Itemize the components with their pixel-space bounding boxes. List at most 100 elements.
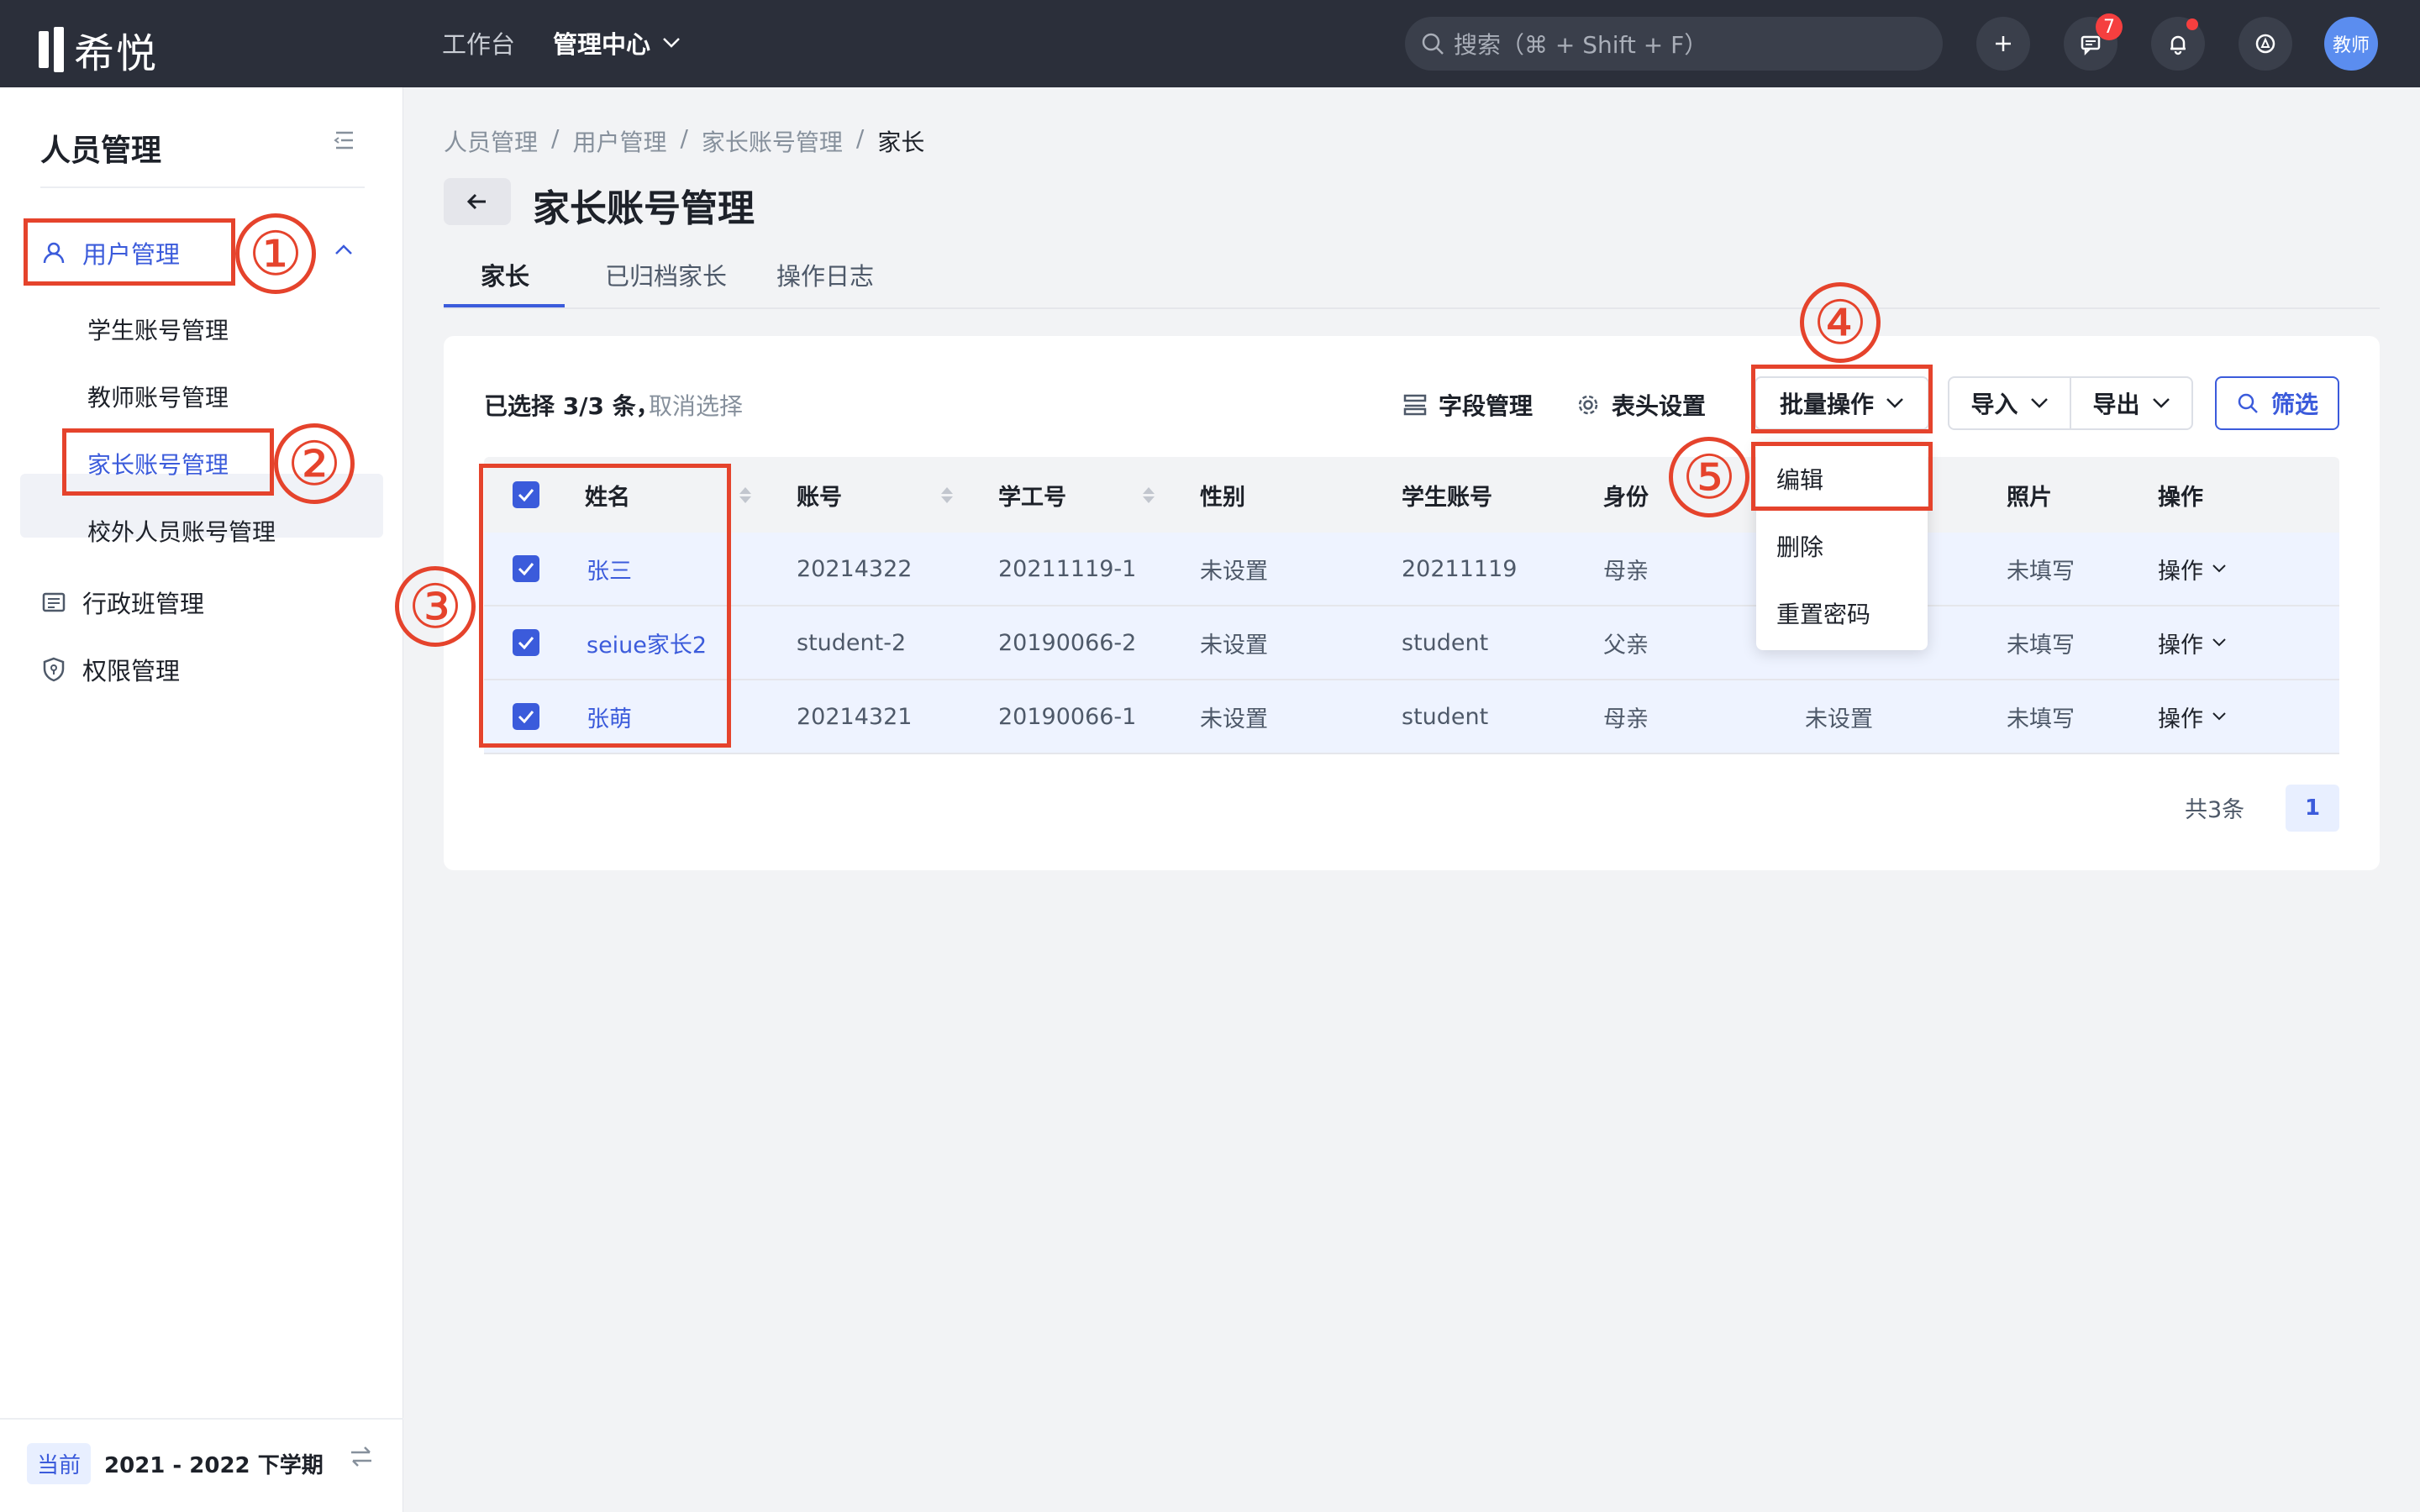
annotation-box-3 <box>479 464 731 748</box>
sidebar: 人员管理 用户管理 学生账号管理 教师账号管理 家长账号管理 校外人员账号管理 … <box>0 87 403 1512</box>
table-row[interactable]: seiue家长2 student-2 20190066-2 未设置 studen… <box>484 606 2339 680</box>
annotation-number-4: ④ <box>1800 282 1881 363</box>
column-header-photo: 照片 <box>2007 484 2052 511</box>
switch-term-icon[interactable] <box>348 1445 375 1472</box>
cell-gender: 未设置 <box>1200 706 1268 732</box>
nav-workbench[interactable]: 工作台 <box>442 25 515 60</box>
compass-icon <box>2255 34 2275 54</box>
collapse-sidebar-icon[interactable] <box>333 129 356 155</box>
parents-table: 姓名 账号 学工号 性别 学生账号 身份 照片 操作 张三 20214322 2… <box>484 457 2339 754</box>
menu-item-reset-password[interactable]: 重置密码 <box>1776 596 1870 630</box>
filter-label: 筛选 <box>2270 391 2318 418</box>
tab-operation-log[interactable]: 操作日志 <box>776 257 874 292</box>
search-input[interactable]: 搜索（⌘ + Shift + F） <box>1405 17 1943 71</box>
cell-gender: 未设置 <box>1200 558 1268 585</box>
header-settings-button[interactable]: 表头设置 <box>1576 388 1706 422</box>
import-button[interactable]: 导入 <box>1949 378 2070 428</box>
breadcrumb-item[interactable]: 用户管理 <box>572 124 666 158</box>
pagination-page-1[interactable]: 1 <box>2286 785 2339 832</box>
import-export-group: 导入 导出 <box>1948 376 2193 430</box>
sidebar-divider <box>40 186 365 188</box>
annotation-box-1 <box>24 218 235 286</box>
menu-item-delete[interactable]: 删除 <box>1776 529 1823 563</box>
cell-unset-field: 未设置 <box>1805 706 1873 732</box>
tab-bar: 家长 已归档家长 操作日志 <box>444 249 2380 309</box>
notification-dot <box>2186 18 2198 30</box>
sort-name-icon[interactable] <box>739 457 751 533</box>
cell-account: 20214322 <box>797 555 913 582</box>
row-actions-dropdown[interactable]: 操作 <box>2158 533 2227 605</box>
filter-button[interactable]: 筛选 <box>2215 376 2339 430</box>
header-settings-label: 表头设置 <box>1612 392 1707 420</box>
chevron-up-icon[interactable] <box>334 244 353 255</box>
app-switch-button[interactable] <box>2238 17 2292 71</box>
pagination-total: 共3条 <box>2185 797 2245 823</box>
table-card: 已选择 3/3 条， 取消选择 字段管理 表头设置 批量操作 导入 导出 筛选 … <box>444 336 2380 870</box>
cancel-selection-link[interactable]: 取消选择 <box>649 388 743 422</box>
app-logo[interactable]: 希悦 <box>39 20 158 79</box>
row-actions-dropdown[interactable]: 操作 <box>2158 680 2227 753</box>
annotation-number-2: ② <box>274 423 355 504</box>
annotation-box-2 <box>62 428 274 496</box>
breadcrumb: 人员管理 / 用户管理 / 家长账号管理 / 家长 <box>444 124 924 158</box>
add-button[interactable] <box>1976 17 2030 71</box>
logo-text: 希悦 <box>74 30 159 77</box>
back-button[interactable] <box>444 178 511 225</box>
chevron-down-icon <box>2212 712 2226 721</box>
chevron-down-icon <box>2212 564 2226 573</box>
term-current-chip: 当前 <box>27 1443 92 1484</box>
table-header: 姓名 账号 学工号 性别 学生账号 身份 照片 操作 <box>484 457 2339 533</box>
messages-button[interactable]: 7 <box>2064 13 2123 71</box>
column-header-actions: 操作 <box>2158 484 2203 511</box>
sidebar-item-teacher-accounts[interactable]: 教师账号管理 <box>87 380 229 413</box>
term-label: 2021 - 2022 下学期 <box>104 1453 324 1478</box>
class-list-icon <box>42 592 66 612</box>
column-header-identity: 身份 <box>1603 484 1649 511</box>
chevron-down-icon <box>2212 638 2226 647</box>
column-header-staff-id[interactable]: 学工号 <box>998 457 1066 533</box>
message-count-badge: 7 <box>2096 13 2123 40</box>
tab-archived-parents[interactable]: 已归档家长 <box>605 257 727 292</box>
annotation-number-5: ⑤ <box>1669 437 1749 517</box>
column-header-account[interactable]: 账号 <box>797 457 842 533</box>
cell-account: student-2 <box>797 629 907 656</box>
breadcrumb-separator: / <box>680 124 688 152</box>
breadcrumb-separator: / <box>855 124 865 152</box>
top-bar: 希悦 工作台 管理中心 搜索（⌘ + Shift + F） 7 教师 <box>0 0 2420 87</box>
sidebar-item-student-accounts[interactable]: 学生账号管理 <box>87 312 229 346</box>
cell-photo: 未填写 <box>2007 706 2075 732</box>
sidebar-item-permission-management[interactable]: 权限管理 <box>40 652 180 687</box>
sort-staff-id-icon[interactable] <box>1143 457 1155 533</box>
cell-staff-id: 20211119-1 <box>998 555 1137 582</box>
sidebar-item-external-accounts[interactable]: 校外人员账号管理 <box>87 514 276 548</box>
cell-student-account: student <box>1402 629 1489 656</box>
term-selector[interactable]: 当前 2021 - 2022 下学期 <box>27 1443 324 1484</box>
avatar[interactable]: 教师 <box>2324 17 2378 71</box>
chevron-down-icon <box>2030 398 2048 408</box>
shield-icon <box>43 657 65 682</box>
notifications-button[interactable] <box>2151 17 2205 71</box>
column-header-gender: 性别 <box>1200 484 1245 511</box>
sidebar-item-class-management[interactable]: 行政班管理 <box>40 585 204 620</box>
cell-student-account: 20211119 <box>1402 555 1518 582</box>
field-management-button[interactable]: 字段管理 <box>1403 388 1533 422</box>
selection-count: 已选择 3/3 条， <box>484 392 660 420</box>
import-label: 导入 <box>1970 391 2018 418</box>
sort-account-icon[interactable] <box>941 457 953 533</box>
tab-parents[interactable]: 家长 <box>481 257 529 292</box>
sidebar-title: 人员管理 <box>40 134 162 168</box>
breadcrumb-item[interactable]: 家长账号管理 <box>702 124 843 158</box>
table-row[interactable]: 张萌 20214321 20190066-1 未设置 student 母亲 未设… <box>484 680 2339 754</box>
export-label: 导出 <box>2092 391 2140 418</box>
row-actions-dropdown[interactable]: 操作 <box>2158 606 2227 679</box>
cell-photo: 未填写 <box>2007 632 2075 659</box>
breadcrumb-item[interactable]: 人员管理 <box>444 124 538 158</box>
export-button[interactable]: 导出 <box>2070 378 2191 428</box>
nav-admin-center[interactable]: 管理中心 <box>553 25 681 60</box>
breadcrumb-current: 家长 <box>877 129 925 156</box>
table-row[interactable]: 张三 20214322 20211119-1 未设置 20211119 母亲 未… <box>484 533 2339 606</box>
nav-admin-center-label: 管理中心 <box>553 30 651 59</box>
annotation-box-5 <box>1751 442 1933 511</box>
search-icon <box>1422 33 1444 55</box>
sidebar-item-label: 行政班管理 <box>82 590 205 618</box>
